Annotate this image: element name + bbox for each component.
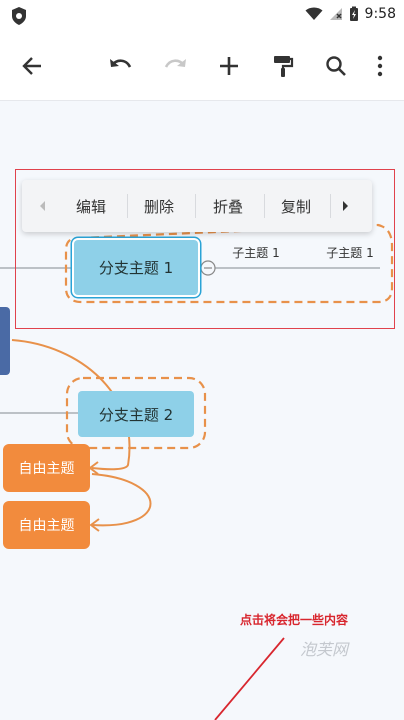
menu-divider <box>330 194 331 218</box>
branch-topic-1-label: 分支主题 1 <box>98 259 174 277</box>
menu-next-icon[interactable] <box>342 199 350 213</box>
branch-topic-1[interactable]: 分支主题 1 <box>74 240 198 295</box>
watermark: 泡芙网 <box>300 640 349 659</box>
context-menu: 编辑 删除 折叠 复制 <box>22 180 372 232</box>
subtopic-1[interactable]: 子主题 1 <box>226 244 286 260</box>
subtopic-1-label: 子主题 1 <box>232 245 280 260</box>
subtopic-2-label: 子主题 1 <box>326 245 374 260</box>
annotation-text: 点击将会把一些内容 <box>240 613 349 627</box>
free-topic-2-label: 自由主题 <box>18 518 75 534</box>
side-node[interactable] <box>0 307 10 375</box>
menu-divider <box>264 194 265 218</box>
free-topic-1-label: 自由主题 <box>18 461 75 477</box>
subtopic-2[interactable]: 子主题 1 <box>320 244 380 260</box>
free-topic-1[interactable]: 自由主题 <box>3 444 90 492</box>
branch-topic-2-label: 分支主题 2 <box>98 405 174 424</box>
relationship-curve-2 <box>91 473 152 527</box>
menu-divider <box>195 194 196 218</box>
menu-divider <box>127 194 128 218</box>
branch-topic-2[interactable]: 分支主题 2 <box>78 391 194 437</box>
menu-copy[interactable]: 复制 <box>281 196 311 217</box>
menu-prev-icon[interactable] <box>38 199 46 213</box>
free-topic-2[interactable]: 自由主题 <box>3 501 90 549</box>
menu-collapse[interactable]: 折叠 <box>213 196 243 217</box>
menu-edit[interactable]: 编辑 <box>76 196 106 217</box>
annotation-pointer <box>214 637 285 720</box>
menu-delete[interactable]: 删除 <box>144 196 174 217</box>
